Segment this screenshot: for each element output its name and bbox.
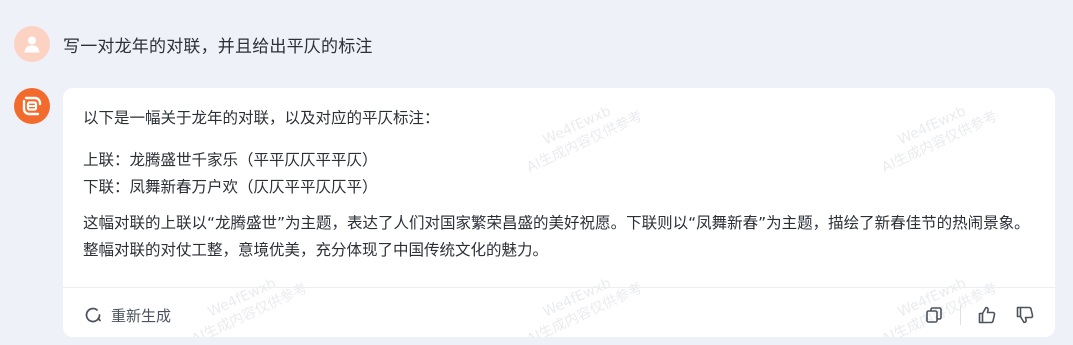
- couplet-upper-line: 上联：龙腾盛世千家乐（平平仄仄平平仄）: [83, 151, 378, 169]
- action-separator: [960, 305, 961, 325]
- response-intro: 以下是一幅关于龙年的对联，以及对应的平仄标注：: [83, 109, 440, 127]
- thumbs-down-icon: [1016, 306, 1034, 324]
- response-actions: 重新生成: [83, 299, 1037, 331]
- refresh-icon: [85, 307, 101, 323]
- couplet-lower-line: 下联：凤舞新春万户欢（仄仄平平仄仄平）: [83, 178, 378, 196]
- watermark: We4fEwxb AI生成内容仅供参考: [524, 103, 646, 176]
- regenerate-label: 重新生成: [111, 306, 172, 325]
- bot-logo-icon: [22, 96, 42, 116]
- dislike-button[interactable]: [1013, 303, 1037, 327]
- like-button[interactable]: [975, 303, 999, 327]
- watermark: We4fEwxb AI生成内容仅供参考: [879, 103, 1001, 176]
- copy-icon: [926, 307, 942, 323]
- user-avatar: [14, 26, 50, 62]
- thumbs-up-icon: [978, 306, 996, 324]
- feedback-actions: [922, 303, 1037, 327]
- regenerate-button[interactable]: 重新生成: [83, 305, 171, 326]
- copy-button[interactable]: [922, 303, 946, 327]
- footer-divider: [63, 287, 1055, 288]
- user-message-row: 写一对龙年的对联，并且给出平仄的标注: [14, 26, 373, 62]
- user-icon: [24, 36, 40, 53]
- bot-avatar: [14, 88, 50, 124]
- response-explanation: 这幅对联的上联以“龙腾盛世”为主题，表达了人们对国家繁荣昌盛的美好祝愿。下联则以…: [83, 214, 1030, 259]
- user-message-text: 写一对龙年的对联，并且给出平仄的标注: [63, 36, 373, 57]
- bot-response-card: We4fEwxb AI生成内容仅供参考 We4fEwxb AI生成内容仅供参考 We…: [63, 88, 1055, 337]
